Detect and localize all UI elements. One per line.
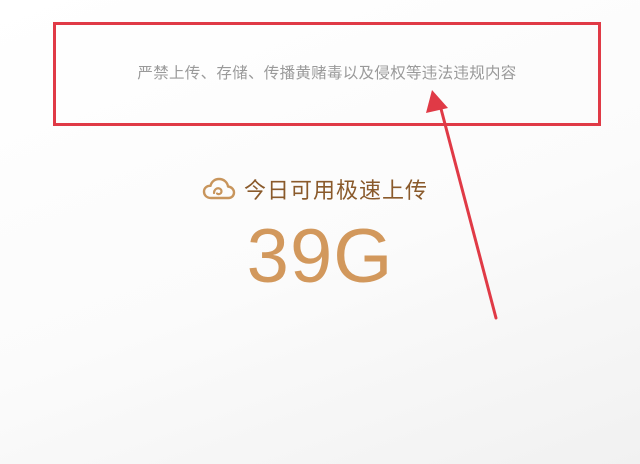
cloud-icon bbox=[202, 176, 236, 202]
quota-label: 今日可用极速上传 bbox=[243, 179, 428, 204]
upload-screen: 严禁上传、存储、传播黄赌毒以及侵权等违法违规内容 今日可用极速上传 39G bbox=[0, 0, 640, 464]
quota-value: 39G bbox=[246, 214, 394, 299]
upload-notice-text: 严禁上传、存储、传播黄赌毒以及侵权等违法违规内容 bbox=[137, 64, 517, 82]
highlight-annotation-box: 严禁上传、存储、传播黄赌毒以及侵权等违法违规内容 bbox=[53, 22, 601, 126]
quota-header: 今日可用极速上传 bbox=[0, 172, 640, 206]
